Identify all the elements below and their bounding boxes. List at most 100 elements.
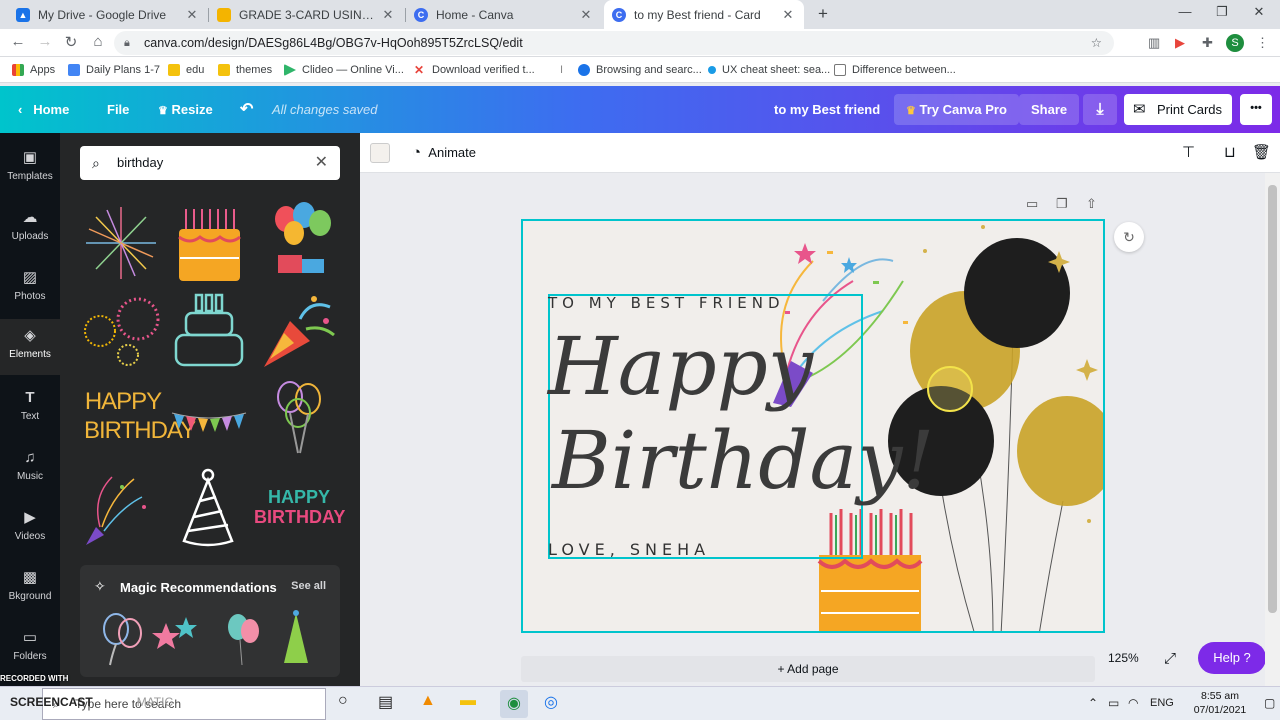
resize-button[interactable]: ♛ Resize (158, 86, 213, 133)
print-cards-button[interactable]: ✉ Print Cards (1124, 94, 1232, 125)
add-page-button[interactable]: + Add page (521, 656, 1095, 682)
bookmark-clideo[interactable]: Clideo — Online Vi... (284, 57, 404, 83)
bookmark-difference[interactable]: Difference between... (834, 57, 956, 83)
back-icon[interactable]: ← (8, 33, 28, 50)
bookmark-ux[interactable]: UX cheat sheet: sea... (708, 57, 830, 83)
add-page-icon[interactable]: ⇧ (1086, 196, 1097, 212)
tab-grade3-card[interactable]: GRADE 3-CARD USING CANVA - G ✕ (209, 0, 404, 29)
nav-templates[interactable]: ▣ Templates (0, 141, 60, 197)
tab-card-active[interactable]: C to my Best friend - Card ✕ (604, 0, 804, 29)
tray-chevron-icon[interactable]: ⌃ (1088, 696, 1098, 710)
maximize-icon[interactable]: ❐ (1207, 4, 1237, 20)
profile-avatar[interactable]: S (1226, 34, 1244, 52)
language-indicator[interactable]: ENG (1150, 697, 1174, 709)
extension-icon[interactable]: ▶ (1175, 35, 1185, 51)
tab-canva-home[interactable]: C Home - Canva ✕ (406, 0, 602, 29)
bookmark-download[interactable]: ✕ Download verified t... (414, 57, 535, 83)
minimize-icon[interactable]: — (1170, 4, 1200, 19)
screencast-taskbar-icon[interactable]: ◎ (544, 692, 558, 712)
chrome-menu-icon[interactable]: ⋮ (1256, 35, 1269, 51)
party-popper-graphic[interactable] (260, 289, 338, 369)
battery-icon[interactable]: ▭ (1108, 696, 1119, 710)
birthday-cake-graphic[interactable] (170, 203, 248, 283)
file-menu-button[interactable]: File (107, 86, 129, 133)
notifications-icon[interactable]: ▢ (1264, 696, 1275, 710)
network-icon[interactable]: ◠ (1128, 696, 1138, 710)
fullscreen-icon[interactable]: ⤢ (1164, 650, 1176, 667)
clear-search-icon[interactable]: ✕ (315, 146, 328, 180)
fireworks-graphic[interactable] (82, 203, 160, 283)
bookmark-browsing[interactable]: Browsing and searc... (578, 57, 702, 83)
trash-icon[interactable]: 🗑︎ (1252, 143, 1271, 161)
scrollbar-thumb[interactable] (1268, 185, 1277, 613)
more-options-button[interactable]: ••• (1240, 94, 1272, 125)
close-tab-icon[interactable]: ✕ (184, 7, 200, 23)
colorful-fireworks-graphic[interactable] (82, 291, 160, 371)
notes-icon[interactable]: ▭ (1026, 196, 1038, 212)
forward-icon[interactable]: → (35, 33, 55, 50)
home-icon[interactable]: ⌂ (88, 33, 108, 50)
nav-uploads[interactable]: ☁ Uploads (0, 201, 60, 257)
card-signoff-text[interactable]: LOVE, SNEHA (548, 540, 710, 559)
reload-icon[interactable]: ↻ (61, 33, 81, 51)
taskbar-clock[interactable]: 8:55 am 07/01/2021 (1180, 689, 1260, 717)
nav-folders[interactable]: ▭ Folders (0, 621, 60, 677)
vertical-scrollbar[interactable] (1265, 173, 1280, 720)
chrome-taskbar-icon[interactable]: ◉ (500, 690, 528, 718)
design-title[interactable]: to my Best friend (774, 86, 880, 133)
browser-tab-bar: ▲ My Drive - Google Drive ✕ GRADE 3-CARD… (0, 0, 1280, 29)
chevron-left-icon: ‹ (18, 102, 23, 117)
puzzle-icon[interactable]: ✚ (1202, 35, 1213, 51)
party-hat-graphic[interactable] (170, 467, 248, 547)
nav-music[interactable]: ♫ Music (0, 441, 60, 497)
card-happy-text[interactable]: Happy (548, 322, 813, 412)
nav-elements[interactable]: ◈ Elements (0, 319, 60, 375)
nav-photos[interactable]: ▨ Photos (0, 261, 60, 317)
confetti-popper-graphic[interactable] (82, 467, 160, 547)
search-input[interactable]: ⌕ birthday ✕ (80, 146, 340, 180)
background-color-swatch[interactable] (370, 143, 390, 163)
try-canva-pro-button[interactable]: ♛ Try Canva Pro (894, 94, 1019, 125)
bookmark-themes[interactable]: themes (218, 57, 272, 83)
happy-birthday-color-sticker[interactable]: HAPPY BIRTHDAY (254, 487, 345, 567)
close-tab-icon[interactable]: ✕ (380, 7, 396, 23)
tab-google-drive[interactable]: ▲ My Drive - Google Drive ✕ (8, 0, 208, 29)
home-button[interactable]: ‹ Home (18, 86, 69, 133)
undo-icon[interactable]: ↶ (240, 86, 253, 133)
zoom-level[interactable]: 125% (1108, 648, 1139, 668)
see-all-link[interactable]: See all (291, 580, 326, 592)
happy-birthday-sticker[interactable]: HAPPY BIRTHDAY (84, 387, 196, 467)
nav-text[interactable]: T Text (0, 381, 60, 437)
recommendation-thumbnails[interactable] (90, 607, 330, 667)
cortana-icon[interactable]: ○ (338, 692, 348, 710)
download-icon[interactable]: ⤓ (1083, 94, 1117, 125)
nav-videos[interactable]: ▶ Videos (0, 501, 60, 557)
extension-icon[interactable]: ▥ (1148, 35, 1160, 51)
file-explorer-icon[interactable]: ▬ (460, 692, 476, 710)
bookmark-daily-plans[interactable]: Daily Plans 1-7 (68, 57, 160, 83)
bookmark-apps[interactable]: Apps (12, 57, 55, 83)
new-tab-button[interactable]: + (808, 4, 838, 24)
close-window-icon[interactable]: ✕ (1244, 4, 1274, 20)
task-view-icon[interactable]: ▤ (378, 692, 393, 712)
outline-cake-graphic[interactable] (170, 289, 248, 369)
close-tab-icon[interactable]: ✕ (578, 7, 594, 23)
outline-balloons-graphic[interactable] (260, 377, 338, 457)
card-birthday-text[interactable]: Birthday! (552, 416, 935, 506)
balloons-graphic[interactable] (260, 199, 338, 279)
vlc-icon[interactable]: ▲ (420, 692, 436, 710)
url-bar[interactable]: 🔒︎ canva.com/design/DAESg86L4Bg/OBG7v-Hq… (114, 31, 1114, 55)
close-tab-icon[interactable]: ✕ (780, 7, 796, 23)
paint-roller-icon[interactable]: ⊤ (1182, 143, 1195, 161)
duplicate-page-icon[interactable]: ❐ (1056, 196, 1068, 212)
refresh-icon[interactable]: ↻ (1114, 222, 1144, 252)
animate-button[interactable]: ◔ Animate (412, 133, 476, 173)
share-button[interactable]: Share (1019, 94, 1080, 125)
bunting-graphic[interactable] (170, 381, 248, 461)
bookmark-edu[interactable]: edu (168, 57, 204, 83)
bookmark-star-icon[interactable]: ☆ (1091, 31, 1102, 55)
card-heading-text[interactable]: TO MY BEST FRIEND (548, 294, 785, 312)
nav-background[interactable]: ▩ Bkground (0, 561, 60, 617)
help-button[interactable]: Help ? (1198, 642, 1266, 674)
unlock-icon[interactable]: ⊔ (1224, 143, 1236, 161)
